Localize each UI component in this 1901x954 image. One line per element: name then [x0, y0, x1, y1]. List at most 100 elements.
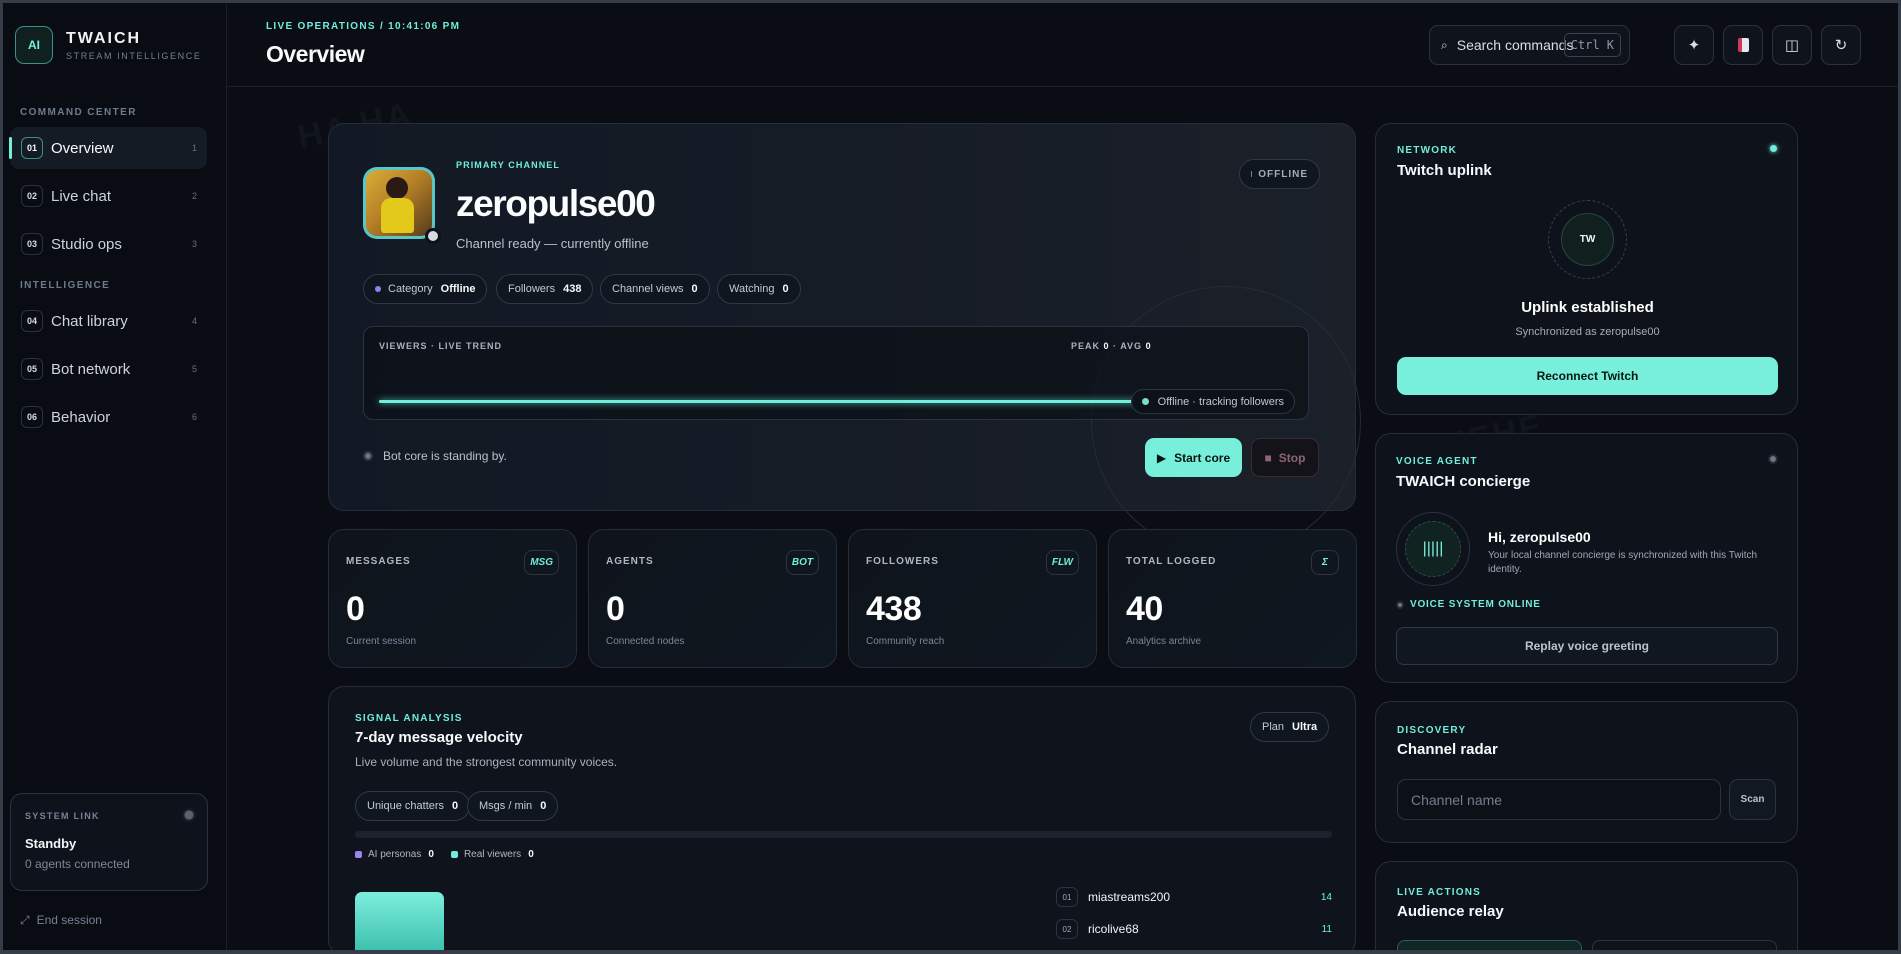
- search-label: Search commands: [1456, 37, 1574, 53]
- start-core-button[interactable]: ▶ Start core: [1145, 438, 1242, 477]
- play-icon: ▶: [1156, 450, 1167, 465]
- refresh-icon: ↻: [1834, 37, 1848, 54]
- sparkle-button[interactable]: ✦: [1674, 25, 1714, 65]
- stat-label: TOTAL LOGGED: [1126, 556, 1217, 567]
- sidebar: AI TWAICH STREAM INTELLIGENCE COMMAND CE…: [3, 3, 227, 950]
- shoutout-tab[interactable]: Shoutout: [1397, 940, 1582, 950]
- app-button[interactable]: [1723, 25, 1763, 65]
- stat-value: 0: [346, 590, 365, 628]
- sidebar-item-studio-ops[interactable]: 03 Studio ops 3: [10, 223, 207, 265]
- bot-icon: BOT: [785, 550, 819, 575]
- signal-title: 7-day message velocity: [355, 729, 523, 746]
- voice-name: miastreams200: [1088, 890, 1171, 904]
- bot-core-dot: [363, 451, 373, 461]
- nav-label: Live chat: [51, 187, 112, 205]
- nav-label: Studio ops: [51, 235, 122, 253]
- status-text: OFFLINE: [1258, 168, 1308, 180]
- nav-label: Chat library: [51, 312, 128, 330]
- brand-name: TWAICH: [66, 29, 142, 47]
- channel-name-input[interactable]: [1397, 779, 1721, 820]
- channel-subtitle: Channel ready — currently offline: [456, 236, 649, 251]
- stop-label: Stop: [1278, 450, 1306, 465]
- stat-value: 40: [1126, 590, 1163, 628]
- start-core-label: Start core: [1174, 450, 1231, 465]
- avatar-status-dot: [425, 228, 441, 244]
- channel-views-value: 0: [691, 283, 698, 295]
- system-link-status-dot: [184, 810, 194, 820]
- main-content: HA HA HEHE PRIMARY CHANNEL zeropulse00 C…: [227, 87, 1898, 950]
- system-link-title: SYSTEM LINK: [25, 811, 100, 821]
- signal-legend: AI personas 0 Real viewers 0: [355, 849, 534, 860]
- trend-status: Offline · tracking followers: [1130, 389, 1295, 414]
- category-pill: Category Offline: [363, 274, 488, 304]
- sidebar-item-overview[interactable]: 01 Overview 1: [9, 127, 207, 169]
- avg-label: AVG: [1120, 341, 1143, 351]
- system-link-agents: 0 agents connected: [25, 857, 130, 871]
- raid-tab[interactable]: Raid: [1592, 940, 1777, 950]
- voice-ring: |||||: [1396, 512, 1470, 586]
- followers-pill: Followers 438: [496, 274, 594, 304]
- voice-system-dot: [1396, 600, 1404, 609]
- sidebar-item-bot-network[interactable]: 05 Bot network 5: [10, 348, 207, 390]
- nav-shortcut: 6: [191, 412, 197, 422]
- nav-number: 05: [21, 358, 43, 380]
- primary-channel-card: PRIMARY CHANNEL zeropulse00 Channel read…: [328, 123, 1361, 556]
- voice-system-status: VOICE SYSTEM ONLINE: [1396, 599, 1541, 610]
- nav-number: 06: [21, 406, 43, 428]
- discovery-title: Channel radar: [1397, 741, 1498, 758]
- top-bar: LIVE OPERATIONS / 10:41:06 PM Overview ⌕…: [227, 3, 1898, 87]
- sidebar-item-behavior[interactable]: 06 Behavior 6: [10, 396, 207, 438]
- real-viewers-legend: Real viewers 0: [450, 849, 534, 860]
- velocity-bar: [355, 892, 444, 950]
- end-session-link[interactable]: ⤢ End session: [20, 913, 109, 928]
- nav-number: 02: [21, 185, 43, 207]
- voice-greeting: Hi, zeropulse00: [1488, 529, 1591, 545]
- live-actions-title: Audience relay: [1397, 903, 1504, 920]
- refresh-button[interactable]: ↻: [1821, 25, 1861, 65]
- reconnect-twitch-button[interactable]: Reconnect Twitch: [1397, 357, 1778, 395]
- sidebar-item-live-chat[interactable]: 02 Live chat 2: [10, 175, 207, 217]
- nav-label: Behavior: [51, 408, 111, 426]
- watching-value: 0: [782, 283, 789, 295]
- real-viewers-label: Real viewers: [463, 849, 522, 860]
- system-link-status: Standby: [25, 836, 77, 851]
- plan-value: Ultra: [1292, 721, 1318, 733]
- scan-button[interactable]: Scan: [1729, 779, 1776, 820]
- ai-personas-label: AI personas: [368, 849, 422, 860]
- stop-button[interactable]: ■ Stop: [1251, 438, 1319, 477]
- list-item[interactable]: 02 ricolive68 11: [1056, 913, 1332, 945]
- nav-shortcut: 5: [191, 364, 197, 374]
- avg-value: 0: [1145, 341, 1152, 351]
- system-link-panel: SYSTEM LINK Standby 0 agents connected: [10, 793, 208, 891]
- followers-value: 438: [563, 283, 582, 295]
- brand-subtitle: STREAM INTELLIGENCE: [66, 50, 202, 61]
- stat-label: AGENTS: [606, 556, 654, 567]
- signal-analysis-card: SIGNAL ANALYSIS 7-day message velocity L…: [328, 686, 1356, 950]
- twitch-logo: TW: [1561, 213, 1614, 266]
- waveform-icon: |||||: [1405, 521, 1461, 577]
- category-label: Category: [388, 283, 433, 295]
- ai-personas-value: 0: [428, 849, 434, 860]
- list-item[interactable]: 03voidwalker67538: [1056, 945, 1332, 950]
- search-commands[interactable]: ⌕ Search commands Ctrl K: [1429, 25, 1630, 65]
- real-viewers-swatch: [450, 851, 458, 858]
- replay-voice-greeting-button[interactable]: Replay voice greeting: [1396, 627, 1778, 665]
- bot-core-status: Bot core is standing by.: [363, 449, 507, 463]
- twitch-ring: TW: [1548, 200, 1627, 279]
- voice-count: 11: [1321, 923, 1332, 935]
- category-value: Offline: [440, 283, 476, 295]
- page-title: Overview: [266, 41, 365, 67]
- list-item[interactable]: 01 miastreams200 14: [1056, 881, 1332, 913]
- stat-label: FOLLOWERS: [866, 556, 939, 567]
- sidebar-item-chat-library[interactable]: 04 Chat library 4: [10, 300, 207, 342]
- layout-button[interactable]: ◫: [1772, 25, 1812, 65]
- trend-status-dot: [1141, 398, 1149, 405]
- nav-number: 04: [21, 310, 43, 332]
- channel-avatar[interactable]: [363, 167, 441, 244]
- unique-chatters-value: 0: [452, 800, 459, 812]
- search-shortcut: Ctrl K: [1563, 33, 1621, 57]
- nav-number: 01: [21, 137, 43, 159]
- nav-number: 03: [21, 233, 43, 255]
- signal-description: Live volume and the strongest community …: [355, 755, 618, 769]
- trend-title: VIEWERS · LIVE TREND: [379, 341, 503, 351]
